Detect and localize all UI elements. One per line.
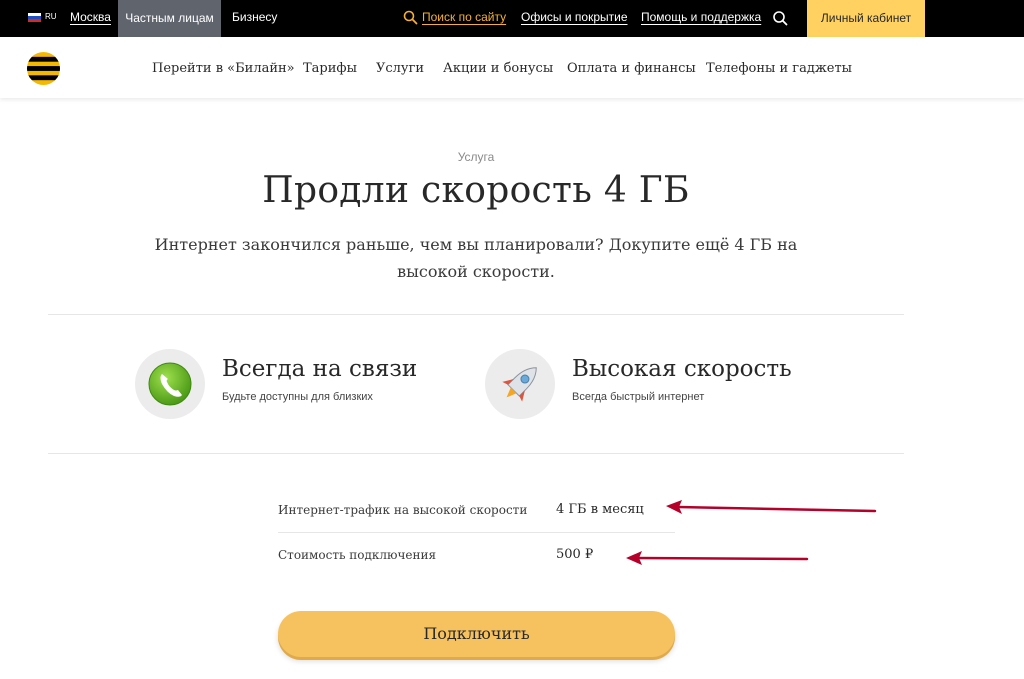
page-title: Продли скорость 4 ГБ (262, 170, 690, 211)
feature-title: Высокая скорость (572, 356, 792, 382)
phone-icon (148, 362, 192, 406)
nav-item-go-to-beeline[interactable]: Перейти в «Билайн» (152, 61, 295, 76)
language-switch[interactable]: RU (45, 12, 57, 21)
param-label-price: Стоимость подключения (278, 548, 437, 562)
russia-flag-icon[interactable] (28, 13, 41, 22)
param-value-price: 500 ₽ (556, 547, 594, 562)
param-value-traffic: 4 ГБ в месяц (556, 502, 644, 517)
search-button-icon[interactable] (772, 10, 788, 26)
divider (48, 314, 904, 315)
personal-account-button[interactable]: Личный кабинет (807, 0, 925, 37)
feature-title: Всегда на связи (222, 356, 418, 382)
nav-item-payment[interactable]: Оплата и финансы (567, 61, 696, 76)
feature-subtitle: Будьте доступны для близких (222, 391, 373, 403)
nav-item-tariffs[interactable]: Тарифы (303, 61, 357, 76)
page-description: Интернет закончился раньше, чем вы плани… (154, 235, 798, 281)
rocket-icon (502, 367, 537, 402)
feature-subtitle: Всегда быстрый интернет (572, 391, 705, 403)
offices-link[interactable]: Офисы и покрытие (521, 10, 628, 24)
divider (48, 453, 904, 454)
segment-business-tab[interactable]: Бизнесу (232, 10, 277, 24)
annotation-arrow-traffic (666, 500, 877, 514)
nav-item-phones[interactable]: Телефоны и гаджеты (706, 61, 852, 76)
search-icon[interactable] (403, 10, 418, 25)
main-navigation: Перейти в «Билайн» Тарифы Услуги Акции и… (0, 37, 1024, 98)
param-separator (278, 532, 675, 533)
feature-phone-badge (135, 349, 205, 419)
feature-rocket-badge (485, 349, 555, 419)
service-eyebrow: Услуга (457, 150, 495, 164)
nav-item-promotions[interactable]: Акции и бонусы (443, 61, 553, 76)
segment-private-tab[interactable]: Частным лицам (118, 0, 221, 37)
connect-button[interactable]: Подключить (278, 611, 675, 657)
city-selector[interactable]: Москва (70, 10, 111, 24)
search-link[interactable]: Поиск по сайту (422, 10, 506, 24)
param-label-traffic: Интернет-трафик на высокой скорости (278, 503, 528, 517)
nav-item-services[interactable]: Услуги (376, 61, 424, 76)
top-bar: RU Москва Частным лицам Бизнесу Поиск по… (0, 0, 1024, 37)
annotation-arrow-price (626, 551, 809, 565)
help-link[interactable]: Помощь и поддержка (641, 10, 761, 24)
